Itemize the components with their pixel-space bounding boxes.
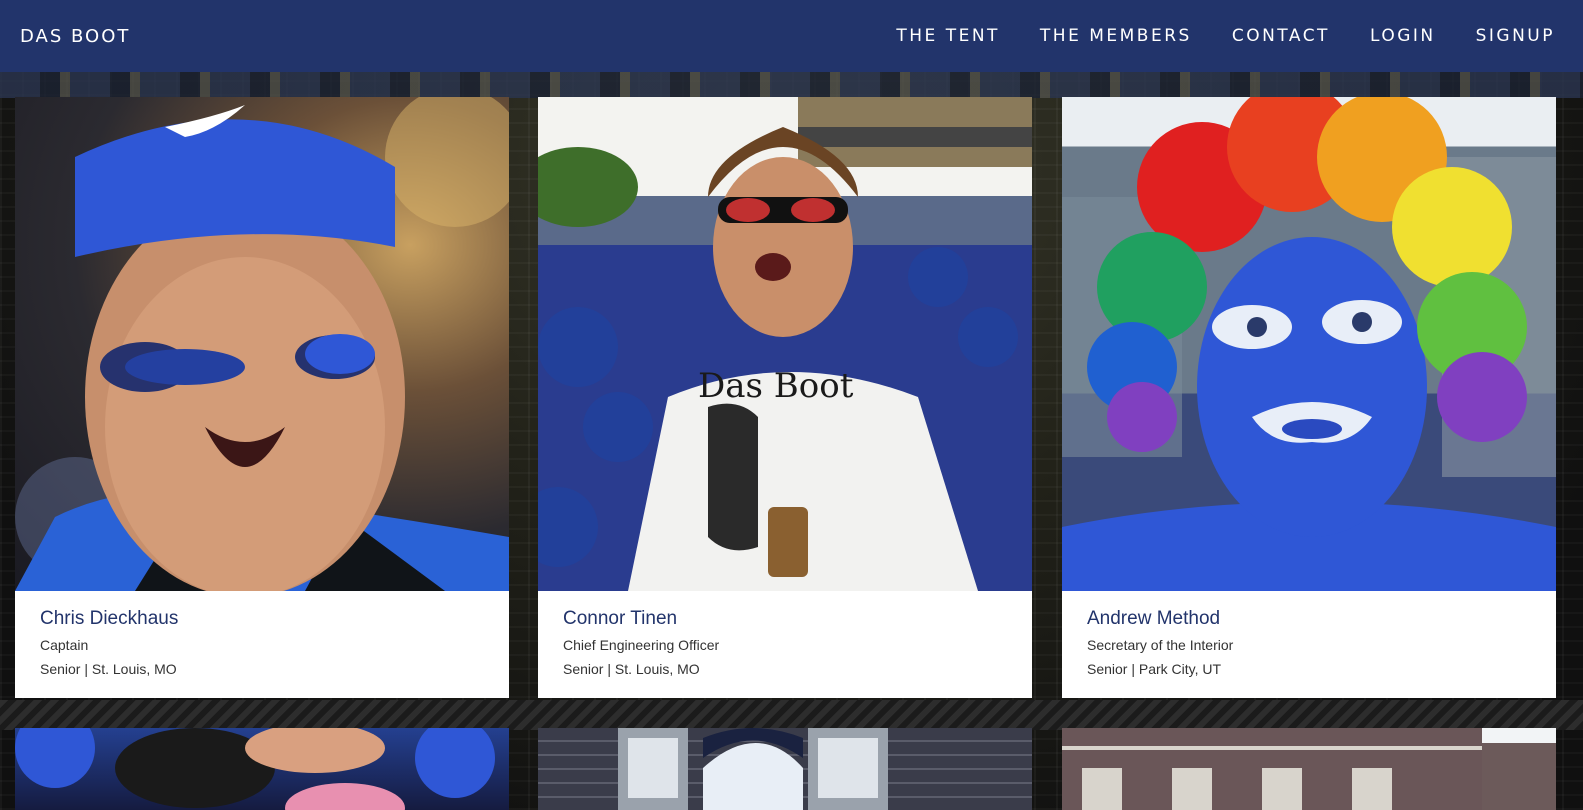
- member-role: Chief Engineering Officer: [563, 637, 720, 653]
- member-card[interactable]: [1062, 728, 1556, 810]
- member-card-body: Connor Tinen Chief Engineering Officer S…: [538, 591, 1032, 698]
- member-photo: [538, 728, 1032, 810]
- member-photo: Das Boot: [538, 97, 1032, 591]
- member-photo-art: [15, 97, 509, 591]
- member-name[interactable]: Connor Tinen: [563, 607, 1007, 631]
- member-card[interactable]: [15, 728, 509, 810]
- main-nav: THE TENT THE MEMBERS CONTACT LOGIN SIGNU…: [856, 26, 1555, 46]
- member-photo: [1062, 728, 1556, 810]
- nav-link-the-members[interactable]: THE MEMBERS: [1040, 26, 1192, 46]
- stadium-rail-band: [0, 700, 1583, 730]
- member-photo-art: [1062, 97, 1556, 591]
- member-role: Secretary of the Interior: [1087, 637, 1234, 653]
- member-role: Captain: [40, 637, 89, 653]
- member-meta: Senior | St. Louis, MO: [40, 661, 177, 677]
- member-meta: Senior | St. Louis, MO: [563, 661, 700, 677]
- member-name[interactable]: Andrew Method: [1087, 607, 1531, 631]
- nav-link-signup[interactable]: SIGNUP: [1476, 26, 1555, 46]
- brand-logo[interactable]: DAS BOOT: [20, 26, 130, 47]
- member-photo: [15, 728, 509, 810]
- shirt-text: Das Boot: [698, 366, 854, 406]
- member-photo-art: Das Boot: [538, 97, 1032, 591]
- member-photo: [15, 97, 509, 591]
- member-card[interactable]: [538, 728, 1032, 810]
- nav-link-login[interactable]: LOGIN: [1370, 26, 1436, 46]
- member-card[interactable]: Das Boot Connor Tinen Chief Engineering …: [538, 97, 1032, 698]
- member-card-body: Andrew Method Secretary of the Interior …: [1062, 591, 1556, 698]
- stadium-seats-band: [0, 72, 1583, 98]
- member-photo-art: [618, 728, 888, 810]
- member-card[interactable]: Chris Dieckhaus Captain Senior | St. Lou…: [15, 97, 509, 698]
- member-card-body: Chris Dieckhaus Captain Senior | St. Lou…: [15, 591, 509, 698]
- member-photo: [1062, 97, 1556, 591]
- nav-link-contact[interactable]: CONTACT: [1232, 26, 1330, 46]
- navbar: DAS BOOT THE TENT THE MEMBERS CONTACT LO…: [0, 0, 1583, 72]
- nav-link-the-tent[interactable]: THE TENT: [896, 26, 1000, 46]
- member-card[interactable]: Andrew Method Secretary of the Interior …: [1062, 97, 1556, 698]
- member-meta: Senior | Park City, UT: [1087, 661, 1222, 677]
- member-name[interactable]: Chris Dieckhaus: [40, 607, 484, 631]
- member-photo-art: [15, 728, 495, 810]
- member-photo-art: [1062, 728, 1482, 810]
